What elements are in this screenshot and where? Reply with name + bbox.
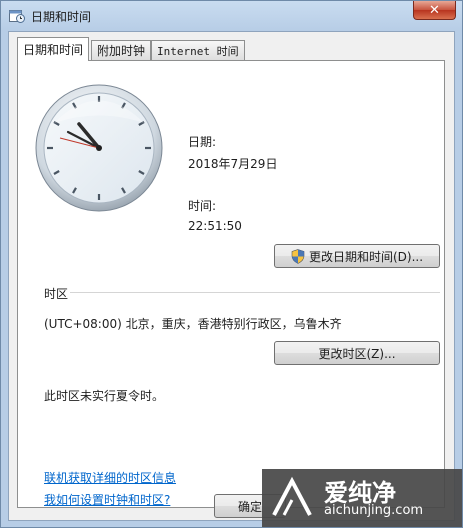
time-label: 时间: bbox=[188, 199, 217, 213]
button-label: 确定 bbox=[237, 499, 262, 514]
timezone-value: (UTC+08:00) 北京，重庆，香港特别行政区，乌鲁木齐 bbox=[44, 317, 342, 331]
close-button[interactable]: ✕ bbox=[413, 1, 456, 20]
timezone-section-label: 时区 bbox=[44, 287, 69, 301]
how-to-set-clock-link[interactable]: 我如何设置时钟和时区? bbox=[44, 491, 170, 508]
change-date-time-button[interactable]: 更改日期和时间(D)... bbox=[274, 244, 440, 268]
tab-label: 日期和时间 bbox=[23, 43, 84, 57]
tab-label: Internet 时间 bbox=[157, 44, 239, 58]
tab-internet-time[interactable]: Internet 时间 bbox=[151, 40, 245, 60]
brand-logo-icon bbox=[272, 476, 312, 516]
tab-label: 附加时钟 bbox=[97, 44, 146, 58]
uac-shield-icon bbox=[291, 248, 305, 264]
change-timezone-button[interactable]: 更改时区(Z)... bbox=[274, 341, 440, 365]
tab-panel: 日期: 2018年7月29日 时间: 22:51:50 更改日期和时间(D)..… bbox=[17, 60, 445, 508]
watermark-url: aichunjing.com bbox=[324, 503, 424, 518]
time-value: 22:51:50 bbox=[188, 219, 242, 233]
button-label: 更改时区(Z)... bbox=[318, 346, 396, 361]
analog-clock bbox=[35, 84, 163, 212]
dst-note: 此时区未实行夏令时。 bbox=[44, 389, 165, 403]
dialog-body: 日期和时间 附加时钟 Internet 时间 日期: 2018年7月29日 时间… bbox=[8, 31, 455, 521]
date-value: 2018年7月29日 bbox=[188, 157, 278, 171]
site-watermark: 爱纯净 aichunjing.com bbox=[262, 469, 462, 527]
close-icon: ✕ bbox=[429, 2, 440, 18]
section-divider bbox=[70, 292, 440, 293]
online-timezone-info-link[interactable]: 联机获取详细的时区信息 bbox=[44, 469, 176, 486]
date-time-dialog: 日期和时间 ✕ 日期和时间 附加时钟 Internet 时间 日期: 2018年… bbox=[0, 0, 463, 528]
tab-date-time[interactable]: 日期和时间 bbox=[17, 37, 90, 61]
date-label: 日期: bbox=[188, 135, 217, 149]
calendar-clock-icon bbox=[9, 10, 25, 23]
tab-additional-clocks[interactable]: 附加时钟 bbox=[91, 40, 152, 60]
button-label: 更改日期和时间(D)... bbox=[308, 249, 424, 264]
window-title: 日期和时间 bbox=[31, 10, 92, 24]
title-bar[interactable]: 日期和时间 ✕ bbox=[1, 1, 462, 31]
